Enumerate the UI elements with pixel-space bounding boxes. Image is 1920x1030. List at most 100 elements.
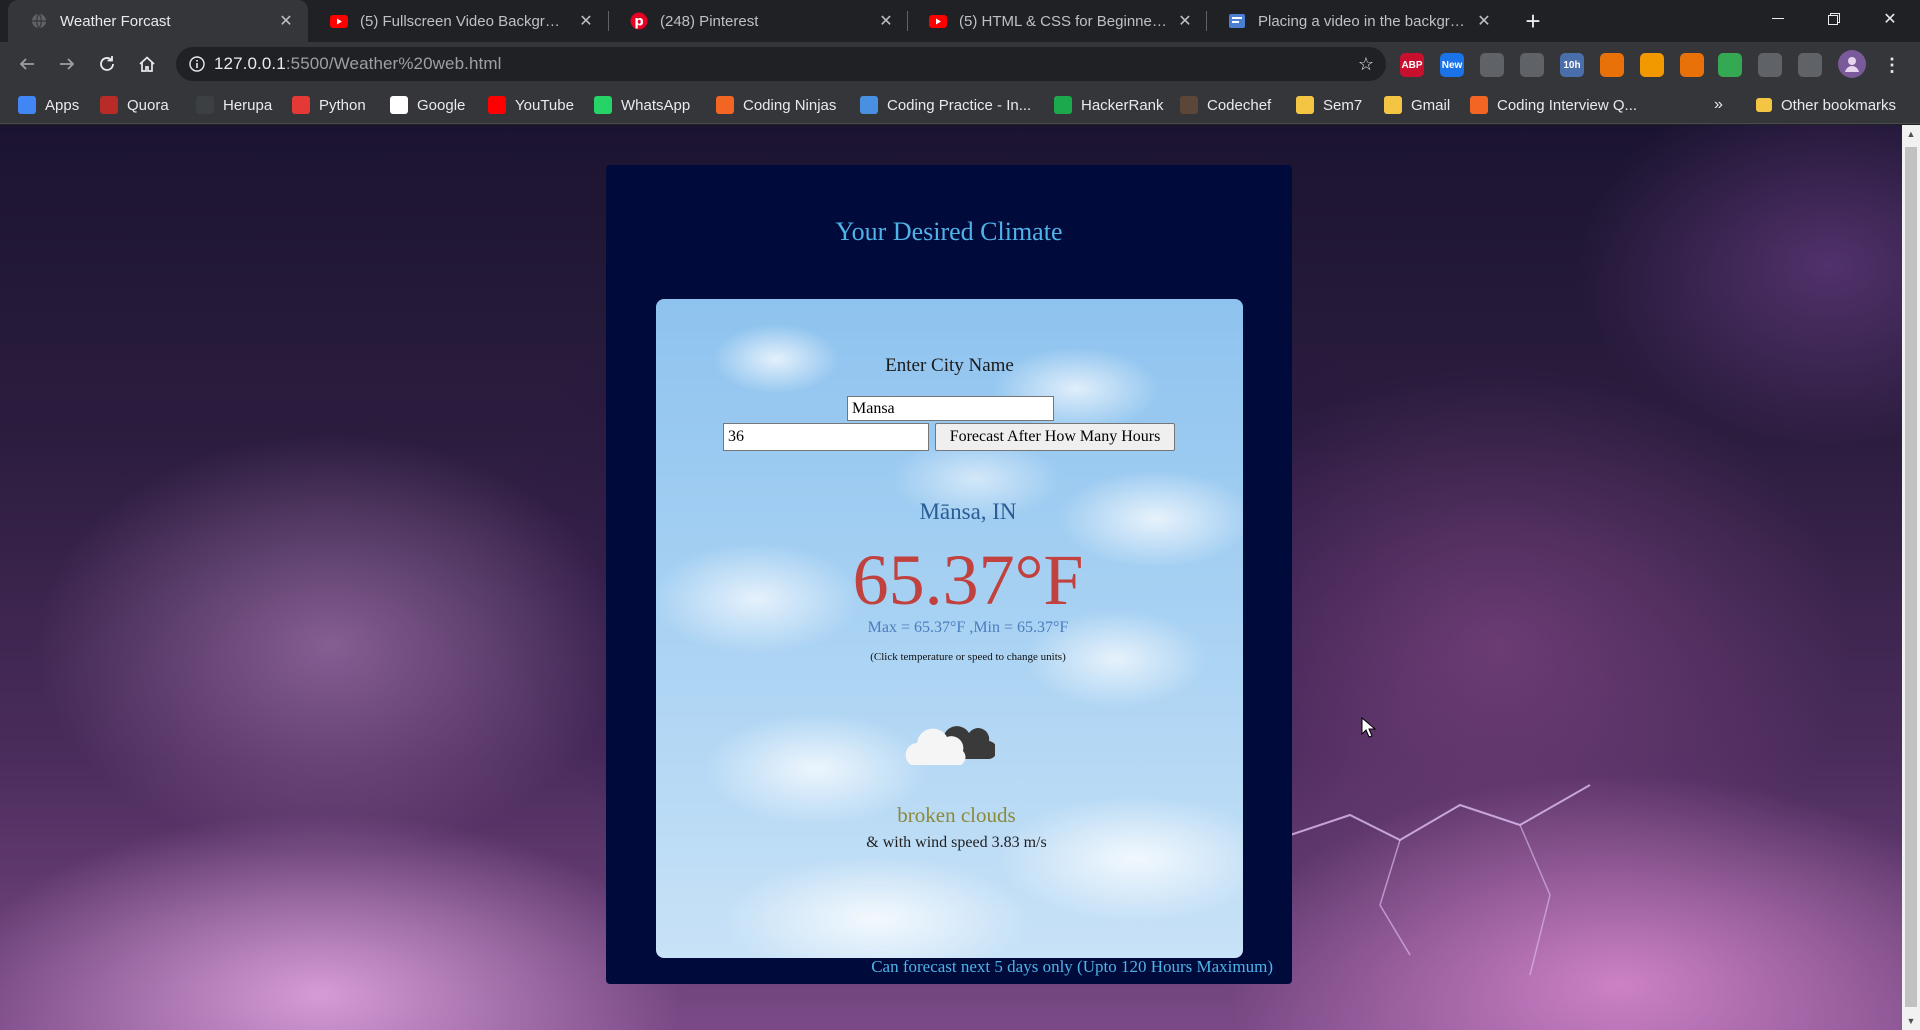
bookmark-label: Quora <box>127 96 169 114</box>
restore-button[interactable] <box>1806 0 1862 38</box>
bookmark-codechef[interactable]: Codechef <box>1180 94 1271 116</box>
bookmark-coding-ninjas[interactable]: Coding Ninjas <box>716 94 836 116</box>
puzzle-icon[interactable] <box>1758 53 1782 77</box>
tab-strip: Weather Forcast ✕ (5) Fullscreen Video B… <box>0 0 1920 42</box>
bookmark-apps[interactable]: Apps <box>18 94 79 116</box>
bookmark-label: Herupa <box>223 96 273 114</box>
bookmarks-bar: Apps Quora Herupa Python Google YouTube WhatsA… <box>0 86 1920 124</box>
other-bookmarks-folder[interactable]: Other bookmarks <box>1756 94 1896 116</box>
youtube-icon <box>330 12 348 30</box>
cloud-extension-icon[interactable] <box>1520 53 1544 77</box>
bookmark-gmail[interactable]: Gmail <box>1384 94 1450 116</box>
tab-title: (5) Fullscreen Video Background <box>360 12 568 30</box>
new-tab-button[interactable]: + <box>1518 6 1548 36</box>
adblock-icon[interactable]: ABP <box>1400 53 1424 77</box>
mouse-cursor-icon <box>1361 717 1377 738</box>
bookmark-python[interactable]: Python <box>292 94 366 116</box>
folder-icon <box>1756 98 1772 112</box>
timer-extension-icon[interactable]: 10h <box>1560 53 1584 77</box>
small-orange-extension-icon[interactable] <box>1640 53 1664 77</box>
scrollbar-thumb[interactable] <box>1905 147 1917 1007</box>
address-bar[interactable]: 127.0.0.1:5500/Weather%20web.html ☆ <box>176 47 1386 81</box>
apps-icon <box>18 96 36 114</box>
bookmark-label: HackerRank <box>1081 96 1164 114</box>
codechef-icon <box>1180 96 1198 114</box>
close-window-button[interactable]: ✕ <box>1862 0 1918 38</box>
google-icon <box>390 96 408 114</box>
city-label: Enter City Name <box>885 355 1014 376</box>
hours-input[interactable] <box>723 423 929 451</box>
tab-title: Placing a video in the backgroun <box>1258 12 1466 30</box>
forecast-button[interactable]: Forecast After How Many Hours <box>935 423 1175 451</box>
page-scrollbar[interactable]: ▲ ▼ <box>1902 125 1920 1030</box>
url-host: 127.0.0.1 <box>214 54 286 73</box>
close-tab-icon[interactable]: ✕ <box>576 11 596 31</box>
bookmark-coding-interview-q[interactable]: Coding Interview Q... <box>1470 94 1637 116</box>
wind-speed[interactable]: & with wind speed 3.83 m/s <box>656 834 1243 852</box>
media-icon[interactable] <box>1798 53 1822 77</box>
more-bookmarks-button[interactable]: » <box>1714 94 1723 116</box>
bookmark-label: Apps <box>45 96 80 114</box>
weather-description: broken clouds <box>897 803 1016 827</box>
bookmark-label: Sem7 <box>1323 96 1363 114</box>
youtube-icon <box>929 12 947 30</box>
reload-icon <box>100 56 114 71</box>
other-bookmarks-label: Other bookmarks <box>1781 96 1897 114</box>
tab-placing-video[interactable]: Placing a video in the backgroun ✕ <box>1206 0 1506 42</box>
browser-toolbar: 127.0.0.1:5500/Weather%20web.html ☆ ABP N… <box>0 42 1920 86</box>
new-extension-icon[interactable]: New <box>1440 53 1464 77</box>
close-tab-icon[interactable]: ✕ <box>276 11 296 31</box>
forward-arrow-icon <box>60 58 75 70</box>
bookmark-herupa[interactable]: Herupa <box>196 94 272 116</box>
scroll-down-arrow-icon[interactable]: ▼ <box>1902 1012 1920 1030</box>
minimize-button[interactable] <box>1750 0 1806 38</box>
green-check-extension-icon[interactable] <box>1718 53 1742 77</box>
forecast-limit-note: Can forecast next 5 days only (Upto 120 … <box>871 957 1273 976</box>
document-icon <box>1228 12 1246 30</box>
forward-button[interactable] <box>52 49 82 79</box>
bookmark-star-icon[interactable]: ☆ <box>1358 54 1374 75</box>
bookmark-label: WhatsApp <box>621 96 691 114</box>
profile-avatar[interactable] <box>1838 50 1866 78</box>
flag-extension-icon[interactable] <box>1680 53 1704 77</box>
temperature-value[interactable]: 65.37°F <box>656 539 1243 622</box>
bookmark-coding-practice-in[interactable]: Coding Practice - In... <box>860 94 1031 116</box>
coding-ninjas-icon <box>716 96 734 114</box>
close-tab-icon[interactable]: ✕ <box>1175 11 1195 31</box>
bookmark-label: Google <box>417 96 466 114</box>
page-title: Your Desired Climate <box>835 217 1063 246</box>
close-tab-icon[interactable]: ✕ <box>876 11 896 31</box>
url-text: 127.0.0.1:5500/Weather%20web.html <box>214 54 501 74</box>
globe-icon <box>30 12 48 30</box>
scroll-up-arrow-icon[interactable]: ▲ <box>1902 125 1920 143</box>
folder-icon <box>1296 96 1314 114</box>
bookmark-whatsapp[interactable]: WhatsApp <box>594 94 690 116</box>
bookmark-sem7[interactable]: Sem7 <box>1296 94 1362 116</box>
lightning-decoration <box>1290 784 1591 976</box>
bookmark-hackerrank[interactable]: HackerRank <box>1054 94 1164 116</box>
home-button[interactable] <box>132 49 162 79</box>
tab-fullscreen-video[interactable]: (5) Fullscreen Video Background ✕ <box>308 0 608 42</box>
bookmark-google[interactable]: Google <box>390 94 465 116</box>
tab-title: (5) HTML & CSS for Beginners Pa <box>959 12 1167 30</box>
tab-html-css-beginners[interactable]: (5) HTML & CSS for Beginners Pa ✕ <box>907 0 1207 42</box>
bookmark-youtube[interactable]: YouTube <box>488 94 574 116</box>
tab-title: (248) Pinterest <box>660 12 759 30</box>
bookmark-label: Gmail <box>1411 96 1451 114</box>
tab-pinterest[interactable]: p (248) Pinterest ✕ <box>608 0 908 42</box>
broken-clouds-icon <box>905 726 995 765</box>
info-icon[interactable] <box>180 56 214 72</box>
hackerrank-icon <box>1054 96 1072 114</box>
back-button[interactable] <box>12 49 42 79</box>
orange-extension-icon[interactable] <box>1600 53 1624 77</box>
reload-button[interactable] <box>92 49 122 79</box>
city-input[interactable] <box>847 396 1054 421</box>
back-arrow-icon <box>19 58 34 70</box>
pinterest-icon: p <box>630 12 648 30</box>
close-tab-icon[interactable]: ✕ <box>1474 11 1494 31</box>
cast-extension-icon[interactable] <box>1480 53 1504 77</box>
home-icon <box>139 56 155 72</box>
bookmark-quora[interactable]: Quora <box>100 94 169 116</box>
tab-weather-forcast[interactable]: Weather Forcast ✕ <box>8 0 308 42</box>
menu-kebab-icon[interactable]: ⋮ <box>1880 53 1904 77</box>
